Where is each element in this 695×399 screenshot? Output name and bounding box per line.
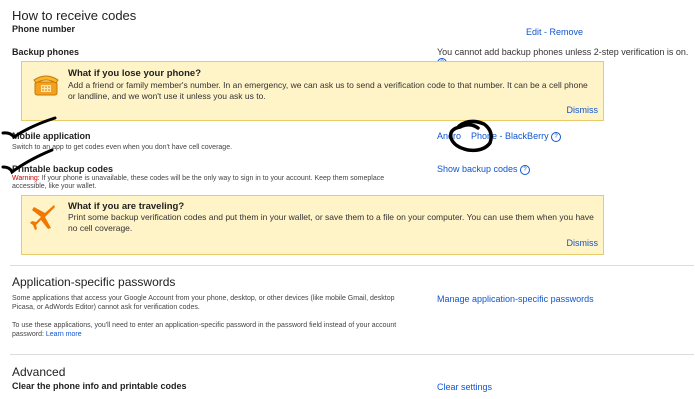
section-heading-app-passwords: Application-specific passwords <box>12 275 176 289</box>
telephone-icon <box>33 75 59 96</box>
phone-number-label: Phone number <box>12 24 76 34</box>
backup-phones-label: Backup phones <box>12 47 80 57</box>
edit-remove-link[interactable]: Edit - Remove <box>526 27 583 37</box>
learn-more-link[interactable]: Learn more <box>46 331 82 338</box>
tip-lose-phone-title: What if you lose your phone? <box>68 68 201 79</box>
android-link[interactable]: Andro <box>437 131 461 141</box>
clear-phone-info-label: Clear the phone info and printable codes <box>12 381 187 391</box>
dismiss-button[interactable]: Dismiss <box>567 105 599 115</box>
clear-settings-link[interactable]: Clear settings <box>437 382 492 392</box>
show-backup-codes-link[interactable]: Show backup codes <box>437 164 518 174</box>
show-backup-codes-row: Show backup codes ? <box>437 164 531 175</box>
printable-codes-warning: Warning: If your phone is unavailable, t… <box>12 175 412 191</box>
section-divider <box>10 354 694 355</box>
section-divider <box>10 265 694 266</box>
iphone-blackberry-link[interactable]: Phone - BlackBerry <box>471 131 549 141</box>
printable-codes-label: Printable backup codes <box>12 164 114 174</box>
tip-traveling-body: Print some backup verification codes and… <box>68 212 594 233</box>
mobile-app-link-row: Andro Phone - BlackBerry ? <box>437 131 562 142</box>
dismiss-button[interactable]: Dismiss <box>567 238 599 248</box>
app-passwords-desc-1: Some applications that access your Googl… <box>12 295 395 311</box>
warning-label: Warning: <box>12 175 40 182</box>
airplane-icon <box>30 205 55 230</box>
help-icon[interactable]: ? <box>520 164 531 175</box>
tip-lose-phone-body: Add a friend or family member's number. … <box>68 80 588 101</box>
tip-traveling: What if you are traveling? Print some ba… <box>21 195 604 255</box>
mobile-app-label: Mobile application <box>12 131 91 141</box>
app-passwords-desc-2: To use these applications, you'll need t… <box>12 321 417 339</box>
manage-app-passwords-link[interactable]: Manage application-specific passwords <box>437 294 594 304</box>
help-icon[interactable]: ? <box>551 131 562 142</box>
section-heading-receive: How to receive codes <box>12 8 137 23</box>
warning-text: If your phone is unavailable, these code… <box>12 175 385 190</box>
section-heading-advanced: Advanced <box>12 365 66 379</box>
tip-lose-phone: What if you lose your phone? Add a frien… <box>21 61 604 121</box>
backup-phones-notice-text: You cannot add backup phones unless 2-st… <box>437 47 689 57</box>
tip-traveling-title: What if you are traveling? <box>68 201 185 212</box>
mobile-app-desc: Switch to an app to get codes even when … <box>12 144 233 151</box>
